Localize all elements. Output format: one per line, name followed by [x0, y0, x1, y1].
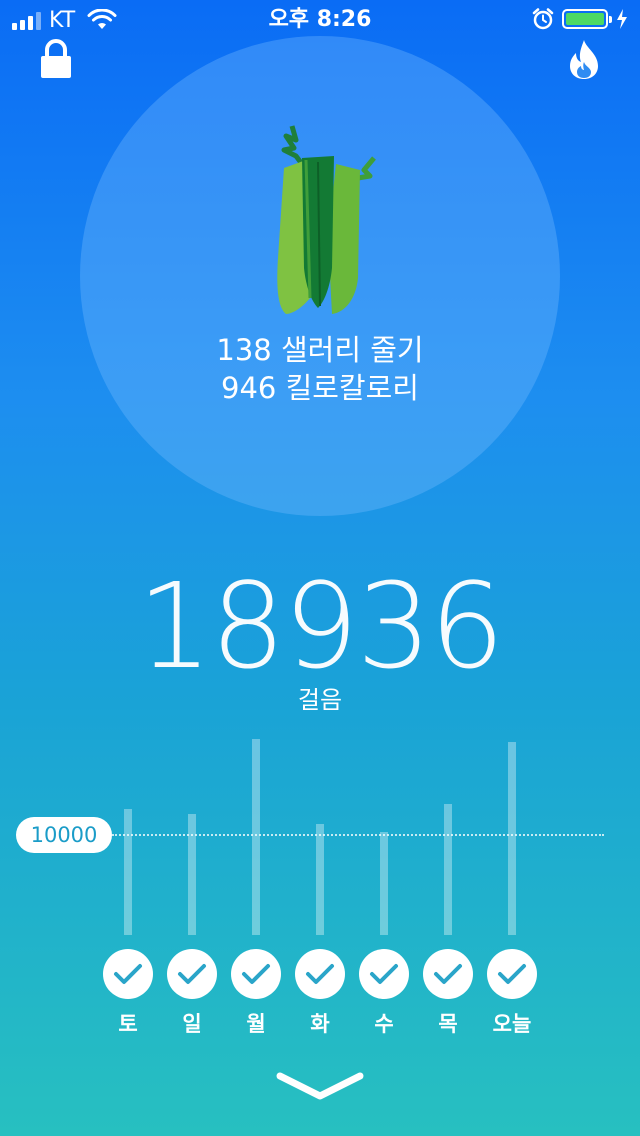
- day-bar: [444, 804, 452, 935]
- day-check[interactable]: [103, 949, 153, 999]
- status-right: [532, 8, 628, 30]
- day-bar: [316, 824, 324, 935]
- day-check[interactable]: [295, 949, 345, 999]
- lock-icon[interactable]: [36, 38, 76, 80]
- check-icon: [114, 964, 142, 984]
- day-check[interactable]: [487, 949, 537, 999]
- day-bar: [252, 739, 260, 935]
- day-bar: [380, 832, 388, 935]
- celery-icon: [277, 125, 376, 314]
- day-check[interactable]: [359, 949, 409, 999]
- day-label: 토: [118, 1012, 138, 1036]
- day-bar: [188, 814, 196, 935]
- day-bar: [508, 742, 516, 935]
- check-icon: [370, 964, 398, 984]
- day-label: 오늘: [492, 1012, 532, 1036]
- day-check[interactable]: [167, 949, 217, 999]
- calories-text: 946 킬로칼로리: [221, 371, 419, 405]
- day-label: 수: [374, 1012, 394, 1036]
- battery-icon: [562, 9, 612, 29]
- step-count: 18936: [137, 557, 504, 695]
- check-icon: [242, 964, 270, 984]
- chevron-down-icon[interactable]: [274, 1068, 366, 1104]
- day-bar: [124, 809, 132, 935]
- day-check[interactable]: [423, 949, 473, 999]
- check-icon: [178, 964, 206, 984]
- day-label: 목: [438, 1012, 458, 1036]
- day-label: 일: [182, 1012, 202, 1036]
- goal-badge[interactable]: 10000: [16, 817, 112, 853]
- day-check[interactable]: [231, 949, 281, 999]
- charging-icon: [617, 9, 627, 29]
- goal-line: [112, 834, 604, 836]
- check-icon: [498, 964, 526, 984]
- status-bar: KT 오후 8:26: [0, 0, 640, 40]
- celery-count-text: 138 샐러리 줄기: [216, 333, 424, 367]
- check-icon: [306, 964, 334, 984]
- alarm-icon: [532, 8, 554, 30]
- battery-fill: [566, 13, 604, 25]
- steps-label: 걸음: [297, 686, 343, 714]
- flame-icon[interactable]: [564, 38, 604, 80]
- check-icon: [434, 964, 462, 984]
- day-label: 월: [246, 1012, 266, 1036]
- day-label: 화: [310, 1012, 330, 1036]
